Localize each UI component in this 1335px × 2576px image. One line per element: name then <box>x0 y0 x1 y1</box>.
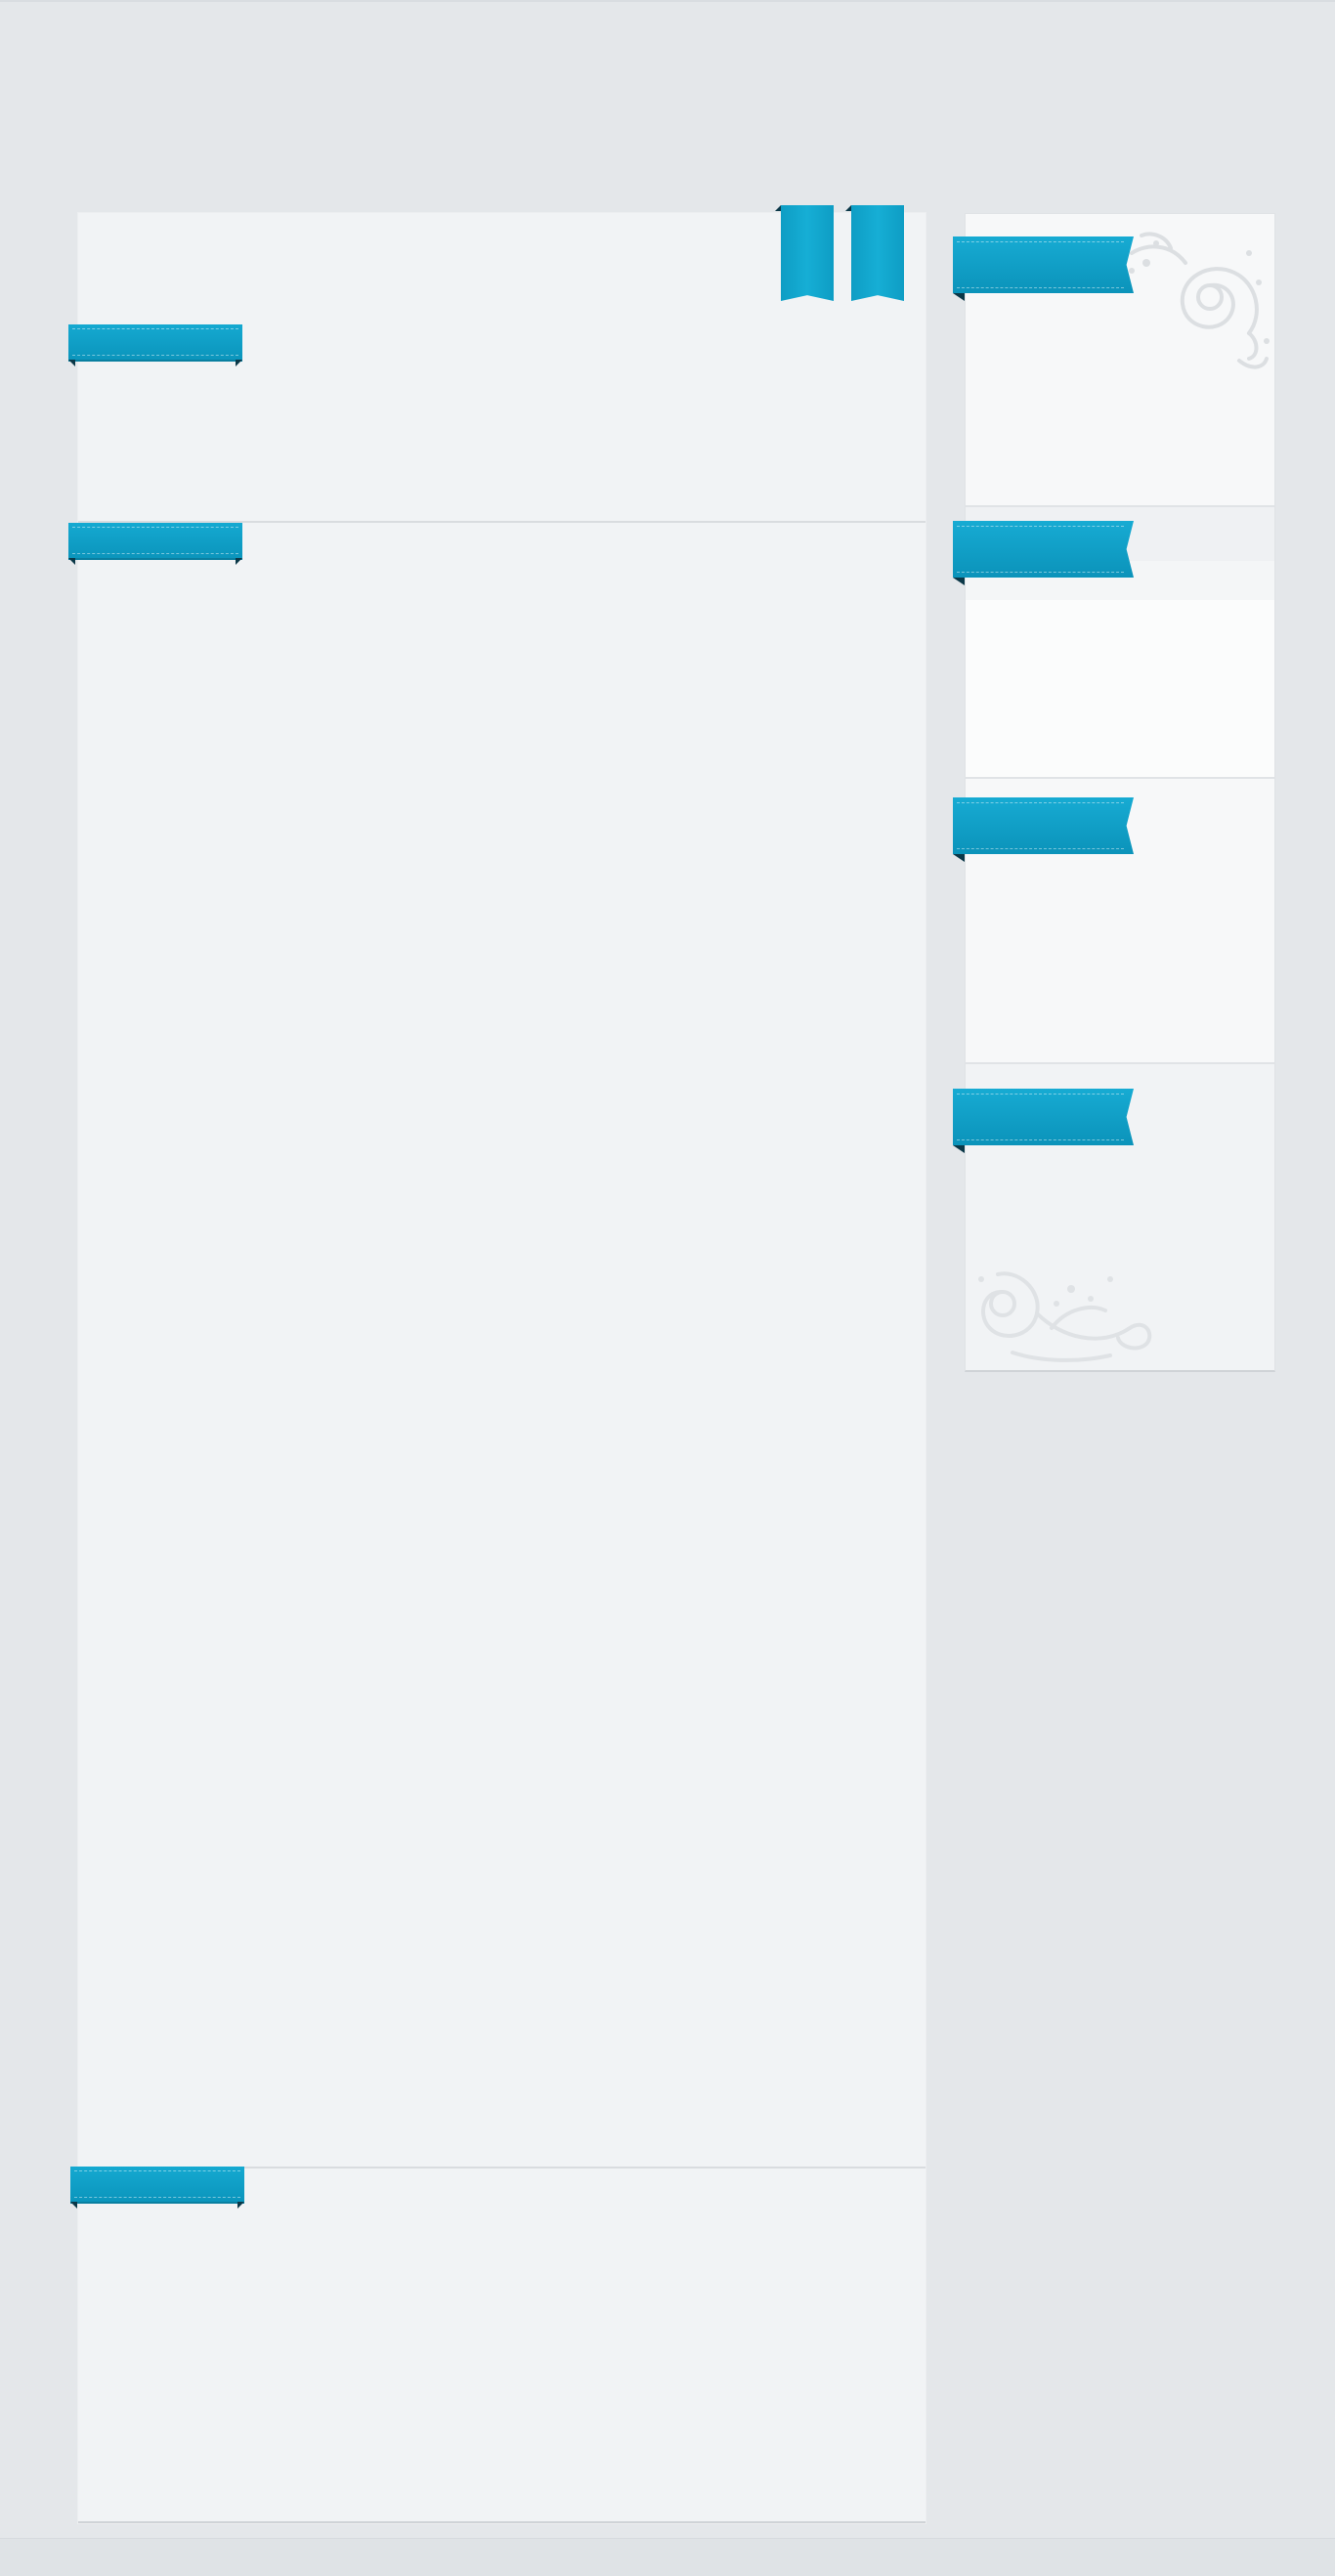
bookmark-fold <box>845 205 851 211</box>
sidebar <box>953 213 1275 1372</box>
ribbon-fold <box>953 1145 965 1153</box>
widget-heading-ribbon-2 <box>953 521 1134 578</box>
ribbon-fold <box>953 293 965 301</box>
swirl-ornament-icon <box>1129 232 1270 369</box>
swirl-ornament-icon <box>978 1271 1152 1362</box>
ribbon-fold <box>953 578 965 585</box>
widget-heading-ribbon-4 <box>953 1089 1134 1145</box>
section-heading-ribbon-2 <box>68 523 242 565</box>
page-top-border <box>0 0 1335 2</box>
bookmark-ribbon-1[interactable] <box>781 205 834 301</box>
section-heading-ribbon-1 <box>68 324 242 366</box>
footer-bar <box>0 2538 1335 2576</box>
widget-heading-ribbon-3 <box>953 797 1134 854</box>
widget-heading-ribbon-1 <box>953 236 1134 293</box>
ribbon-fold <box>953 854 965 862</box>
bookmark-ribbon-2[interactable] <box>851 205 904 301</box>
section-heading-ribbon-3 <box>70 2167 244 2209</box>
bookmark-fold <box>775 205 781 211</box>
